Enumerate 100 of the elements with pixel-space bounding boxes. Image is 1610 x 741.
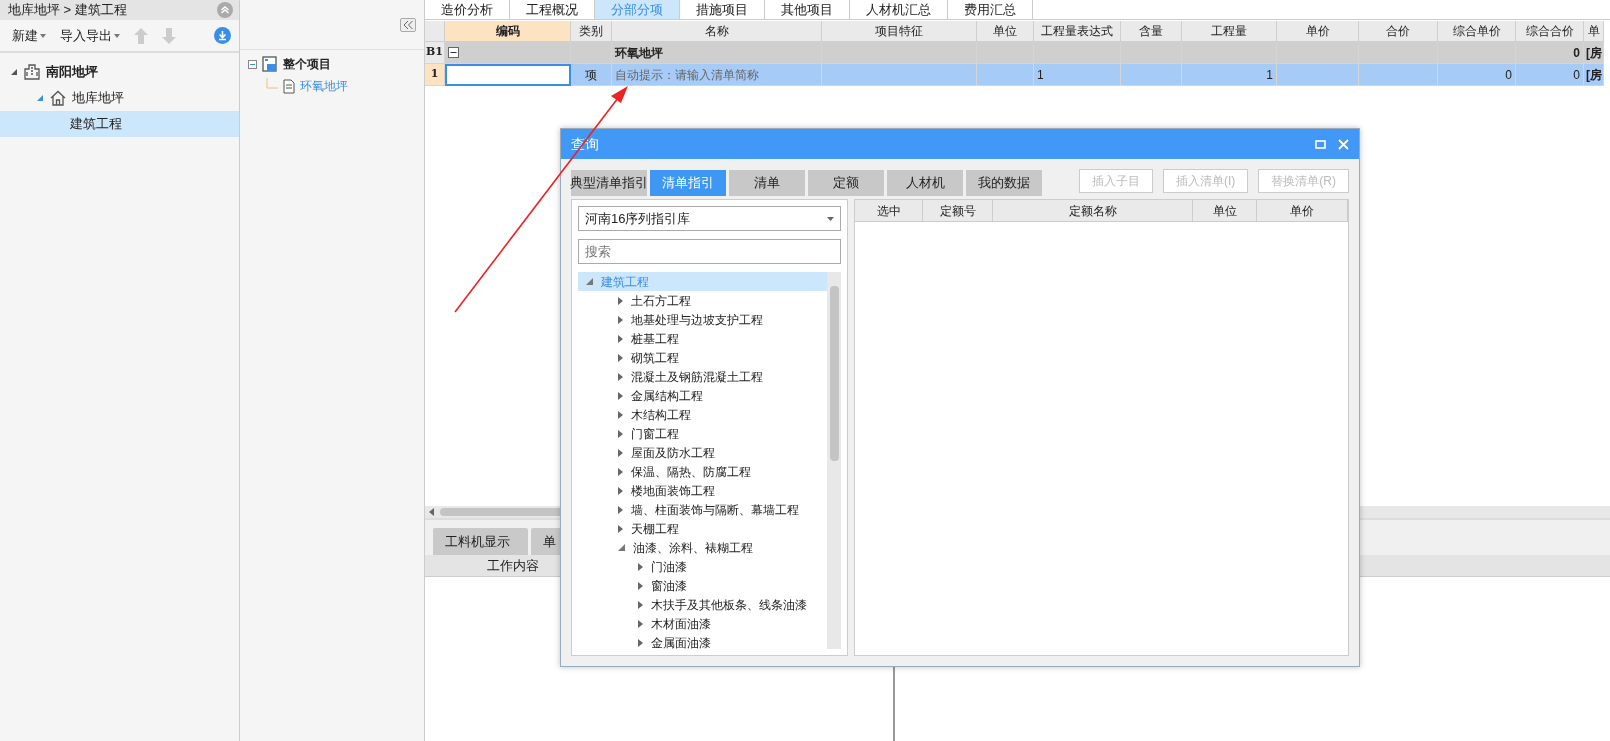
collapsed-triangle-icon xyxy=(638,600,643,609)
tab[interactable]: 造价分析 xyxy=(425,0,510,19)
row-header: B1 xyxy=(425,42,445,64)
collapsed-triangle-icon xyxy=(638,562,643,571)
collapsed-triangle-icon xyxy=(618,410,623,419)
tree-item[interactable]: 油漆、涂料、裱糊工程 xyxy=(578,538,827,557)
building-icon xyxy=(24,64,40,80)
tree-item[interactable]: 天棚工程 xyxy=(578,519,827,538)
collapse-panel-button[interactable] xyxy=(400,17,416,32)
table-cell: [房 xyxy=(1584,64,1604,86)
tab[interactable]: 清单 xyxy=(729,170,805,196)
folder-chart-icon xyxy=(262,56,278,72)
close-icon xyxy=(1338,138,1349,150)
collapsed-triangle-icon xyxy=(618,448,623,457)
tree-item[interactable]: 桩基工程 xyxy=(578,329,827,348)
tab[interactable]: 我的数据 xyxy=(966,170,1042,196)
column-header: 定额号 xyxy=(923,200,993,222)
table-cell: 1 xyxy=(1034,64,1121,86)
column-header: 单位 xyxy=(977,21,1034,42)
tree-item[interactable]: 建筑工程 xyxy=(0,111,239,137)
column-header: 单 xyxy=(1584,21,1604,42)
dropdown-menu-button[interactable]: 新建 xyxy=(12,25,46,46)
down-arrow-icon xyxy=(162,27,176,44)
column-header: 合价 xyxy=(1359,21,1438,42)
tab[interactable]: 定额 xyxy=(808,170,884,196)
collapsed-triangle-icon xyxy=(638,619,643,628)
tab[interactable]: 人材机汇总 xyxy=(850,0,948,19)
tab[interactable]: 措施项目 xyxy=(680,0,765,19)
collapsed-triangle-icon xyxy=(618,372,623,381)
table-cell: 1 xyxy=(1182,64,1277,86)
document-icon xyxy=(283,78,295,94)
tree-item[interactable]: 混凝土及钢筋混凝土工程 xyxy=(578,367,827,386)
tree-item[interactable]: 土石方工程 xyxy=(578,291,827,310)
tree-item[interactable]: 地库地坪 xyxy=(0,85,239,111)
column-header: 定额名称 xyxy=(993,200,1193,222)
table-cell: 0 xyxy=(1516,64,1584,86)
column-header: 项目特征 xyxy=(822,21,977,42)
maximize-icon xyxy=(1315,139,1326,149)
tree-item[interactable]: 木扶手及其他板条、线条油漆 xyxy=(578,595,827,614)
tab[interactable]: 典型清单指引 xyxy=(571,170,647,196)
table-cell: 0 xyxy=(1438,64,1516,86)
tree-item[interactable]: 南阳地坪 xyxy=(0,59,239,85)
expanded-triangle-icon xyxy=(586,278,593,285)
tree-item[interactable]: 门窗工程 xyxy=(578,424,827,443)
collapsed-triangle-icon xyxy=(618,391,623,400)
search-field[interactable]: 搜索 xyxy=(578,239,841,264)
collapsed-triangle-icon xyxy=(618,467,623,476)
column-header: 工程量 xyxy=(1182,21,1277,42)
table-cell: 0 xyxy=(1516,42,1584,64)
tree-item[interactable]: 墙、柱面装饰与隔断、幕墙工程 xyxy=(578,500,827,519)
collapsed-triangle-icon xyxy=(638,638,643,647)
table-cell xyxy=(1121,64,1182,86)
column-header: 单价 xyxy=(1257,200,1348,222)
table-cell: 项 xyxy=(571,64,612,86)
collapsed-triangle-icon xyxy=(618,296,623,305)
table-cell xyxy=(1121,42,1182,64)
tree-item[interactable]: 木结构工程 xyxy=(578,405,827,424)
scrollbar-thumb[interactable] xyxy=(829,286,839,461)
library-dropdown[interactable]: 河南16序列指引库 xyxy=(578,206,841,231)
column-header: 选中 xyxy=(855,200,923,222)
column-header: 单位 xyxy=(1193,200,1257,222)
collapsed-triangle-icon xyxy=(618,486,623,495)
tab[interactable]: 费用汇总 xyxy=(948,0,1033,19)
tab[interactable]: 工料机显示 xyxy=(433,527,528,555)
column-header: 工程量表达式 xyxy=(1034,21,1121,42)
column-header: 工作内容 xyxy=(487,556,539,575)
tree-item[interactable]: 整个项目 xyxy=(240,53,424,75)
tree-item[interactable]: 屋面及防水工程 xyxy=(578,443,827,462)
tab[interactable]: 人材机 xyxy=(887,170,963,196)
collapsed-triangle-icon xyxy=(618,353,623,362)
tree-item[interactable]: 窗油漆 xyxy=(578,576,827,595)
collapsed-triangle-icon xyxy=(618,334,623,343)
up-arrow-icon xyxy=(134,27,148,44)
collapsed-triangle-icon xyxy=(618,429,623,438)
collapsed-triangle-icon xyxy=(638,581,643,590)
double-chevron-left-icon xyxy=(403,20,413,29)
expanded-triangle-icon xyxy=(10,68,18,76)
table-cell: [房 xyxy=(1584,42,1604,64)
caret-icon xyxy=(40,33,46,38)
tree-item[interactable]: 砌筑工程 xyxy=(578,348,827,367)
tree-item[interactable]: 楼地面装饰工程 xyxy=(578,481,827,500)
row-header: 1 xyxy=(425,64,445,86)
dropdown-menu-button[interactable]: 导入导出 xyxy=(60,25,120,46)
tree-item[interactable]: 门油漆 xyxy=(578,557,827,576)
collapsed-triangle-icon xyxy=(618,524,623,533)
tree-item[interactable]: 保温、隔热、防腐工程 xyxy=(578,462,827,481)
tab[interactable]: 其他项目 xyxy=(765,0,850,19)
expanded-triangle-icon xyxy=(36,94,44,102)
tree-item[interactable]: 金属面油漆 xyxy=(578,633,827,652)
tree-item[interactable]: 金属结构工程 xyxy=(578,386,827,405)
column-header: 编码 xyxy=(445,21,571,42)
minus-box-icon xyxy=(248,59,257,69)
table-cell: 环氧地坪 xyxy=(612,42,822,64)
breadcrumb: 地库地坪 > 建筑工程 xyxy=(8,1,127,20)
collapsed-triangle-icon xyxy=(618,315,623,324)
tree-item[interactable]: 木材面油漆 xyxy=(578,614,827,633)
collapsed-triangle-icon xyxy=(618,505,623,514)
tree-item[interactable]: 地基处理与边坡支护工程 xyxy=(578,310,827,329)
table-cell: 自动提示：请输入清单简称 xyxy=(612,64,822,86)
column-header: 类别 xyxy=(571,21,612,42)
